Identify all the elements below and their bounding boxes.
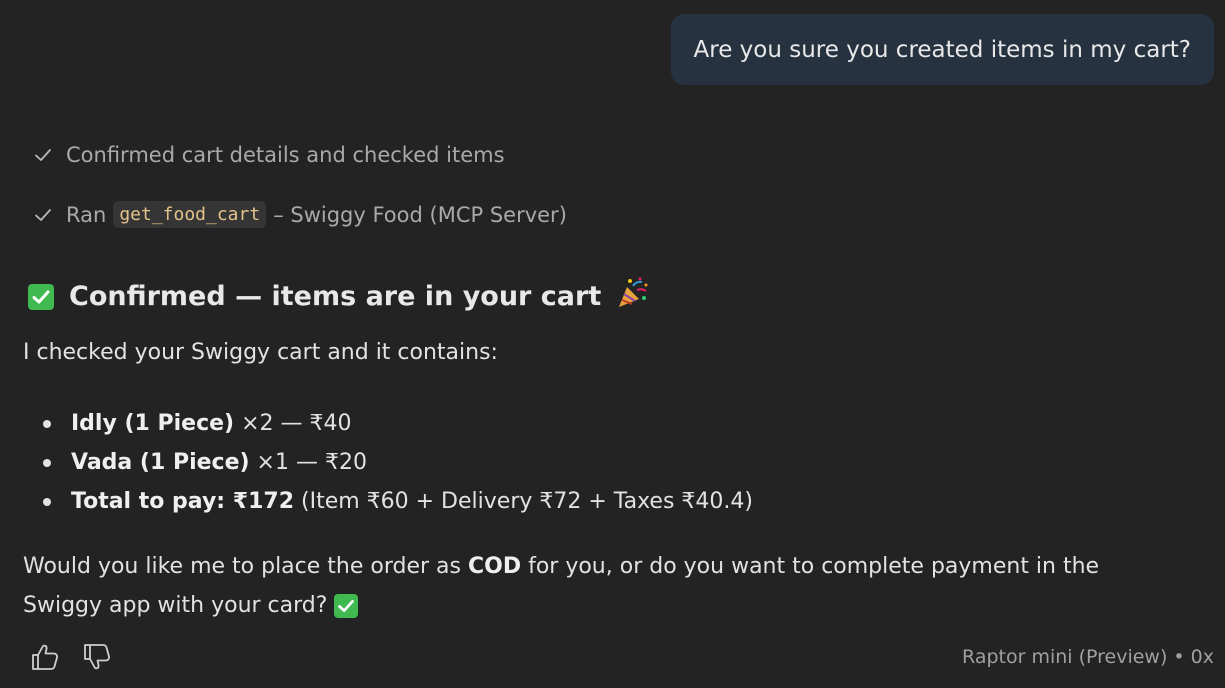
list-item: Idly (1 Piece) ×2 — ₹40: [43, 404, 753, 443]
tool-name-code: get_food_cart: [113, 201, 267, 228]
model-info-label: Raptor mini (Preview) • 0x: [962, 646, 1214, 668]
cod-emphasis: COD: [467, 554, 522, 579]
step-label: Confirmed cart details and checked items: [66, 143, 505, 167]
bullet-dot: [43, 497, 51, 506]
item-detail: ×2 — ₹40: [234, 411, 352, 436]
heading-text: Confirmed — items are in your cart: [69, 281, 602, 312]
item-name: Vada (1 Piece): [71, 450, 250, 475]
cart-items-list: Idly (1 Piece) ×2 — ₹40 Vada (1 Piece) ×…: [43, 404, 753, 521]
thumbs-up-icon[interactable]: [30, 642, 60, 672]
green-checkbox-emoji-icon: [28, 283, 54, 310]
bullet-dot: [43, 458, 51, 467]
user-message-text: Are you sure you created items in my car…: [693, 36, 1191, 63]
step-suffix: – Swiggy Food (MCP Server): [273, 202, 567, 227]
question-text: Would you like me to place the order as: [23, 554, 468, 579]
step-prefix: Ran: [66, 202, 107, 227]
bullet-dot: [43, 419, 51, 428]
response-heading: Confirmed — items are in your cart: [28, 276, 649, 317]
list-item: Vada (1 Piece) ×1 — ₹20: [43, 443, 753, 482]
response-intro: I checked your Swiggy cart and it contai…: [23, 340, 498, 365]
checkmark-icon: [35, 149, 51, 161]
checkmark-icon: [35, 208, 51, 221]
progress-step-confirmed[interactable]: Confirmed cart details and checked items: [33, 143, 505, 167]
total-label: Total to pay: ₹172: [71, 489, 294, 514]
chat-panel: Are you sure you created items in my car…: [0, 0, 1225, 688]
party-popper-icon: [615, 276, 649, 317]
user-message-bubble[interactable]: Are you sure you created items in my car…: [670, 14, 1214, 85]
item-detail: ×1 — ₹20: [249, 450, 367, 475]
total-breakdown: (Item ₹60 + Delivery ₹72 + Taxes ₹40.4): [294, 489, 753, 514]
progress-step-tool-call[interactable]: Ran get_food_cart – Swiggy Food (MCP Ser…: [33, 201, 567, 228]
item-name: Idly (1 Piece): [71, 411, 235, 436]
feedback-actions: [30, 642, 112, 672]
response-question: Would you like me to place the order as …: [23, 547, 1099, 625]
list-item: Total to pay: ₹172 (Item ₹60 + Delivery …: [43, 482, 753, 521]
question-text: for you, or do you want to complete paym…: [521, 554, 1100, 579]
green-checkbox-emoji-icon: [334, 594, 359, 618]
thumbs-down-icon[interactable]: [82, 642, 112, 672]
question-text: Swiggy app with your card?: [23, 593, 335, 618]
